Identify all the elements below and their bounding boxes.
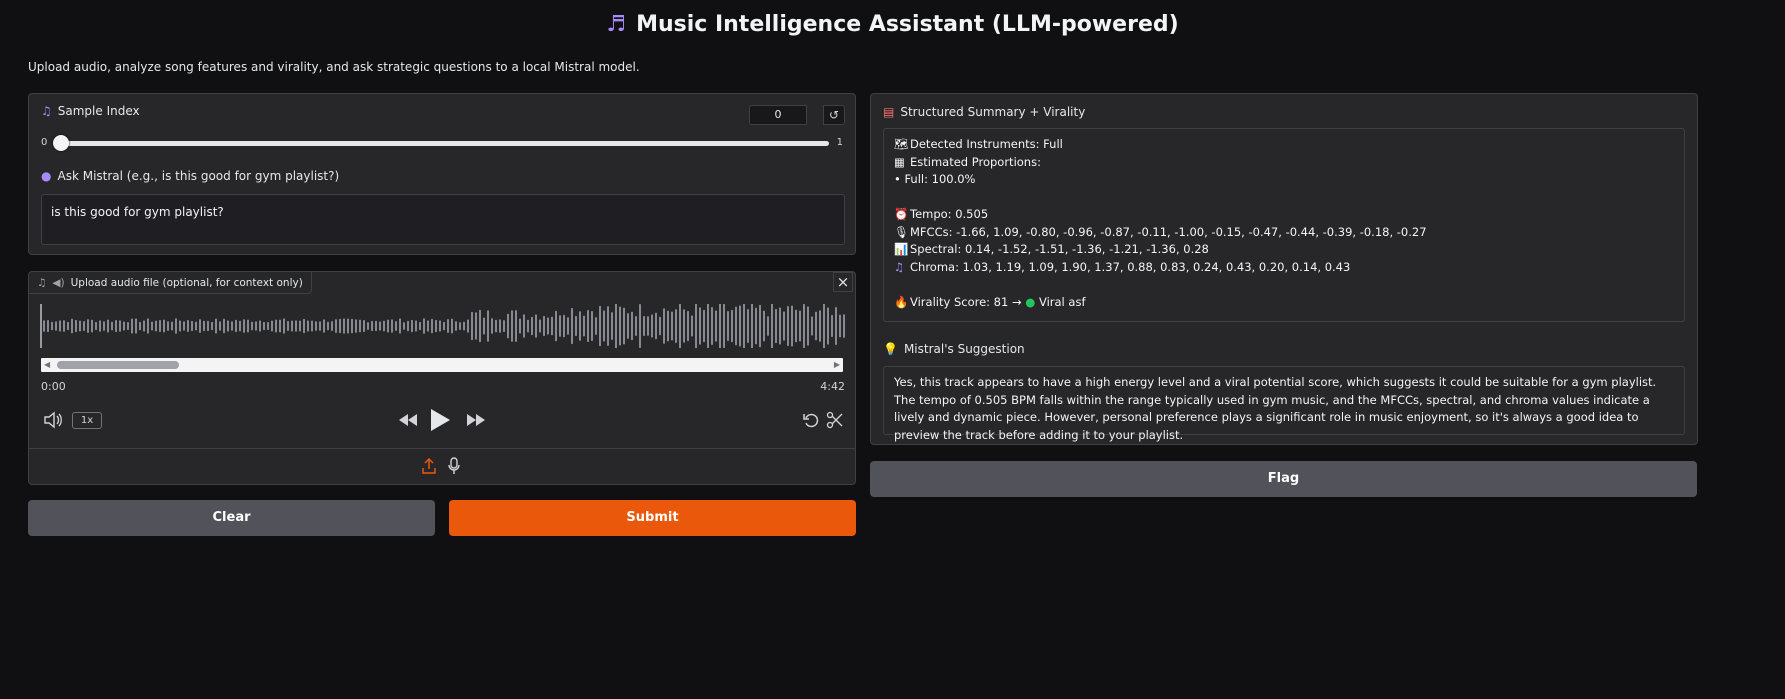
rewind-icon[interactable] xyxy=(397,411,419,433)
volume-icon[interactable] xyxy=(43,411,63,433)
sample-index-slider[interactable] xyxy=(57,141,829,146)
flag-button[interactable]: Flag xyxy=(870,461,1697,497)
summary-line: ♫ Chroma: 1.03, 1.19, 1.09, 1.90, 1.37, 0… xyxy=(894,259,1674,277)
mfccs-text: MFCCs: -1.66, 1.09, -0.80, -0.96, -0.87,… xyxy=(910,224,1427,239)
duration: 4:42 xyxy=(820,380,845,393)
ask-label: Ask Mistral (e.g., is this good for gym … xyxy=(57,169,340,183)
suggestion-output: Yes, this track appears to have a high e… xyxy=(883,366,1685,442)
summary-label: Structured Summary + Virality xyxy=(900,105,1086,119)
note-icon: ♫ xyxy=(41,104,52,118)
summary-line: 🎙MFCCs: -1.66, 1.09, -0.80, -0.96, -0.87… xyxy=(894,224,1674,242)
green-circle-icon: ● xyxy=(1025,294,1036,309)
current-time: 0:00 xyxy=(41,380,66,393)
chroma-text: Chroma: 1.03, 1.19, 1.09, 1.90, 1.37, 0.… xyxy=(910,259,1351,274)
spectral-text: Spectral: 0.14, -1.52, -1.51, -1.36, -1.… xyxy=(910,242,1209,256)
submit-button[interactable]: Submit xyxy=(449,500,856,536)
waveform-scrollbar[interactable]: ◀ ▶ xyxy=(41,358,843,372)
sample-index-number-input[interactable]: 0 xyxy=(749,105,807,125)
music-note-icon: ♫ xyxy=(37,276,47,289)
slider-thumb[interactable] xyxy=(53,135,69,151)
virality-score: Virality Score: 81 → xyxy=(910,294,1022,309)
summary-blank xyxy=(894,189,1674,207)
music-notes-icon: ♬ xyxy=(606,12,627,37)
map-icon: 🗺 xyxy=(894,137,909,151)
reset-button[interactable]: ↺ xyxy=(823,105,845,125)
page-subtitle: Upload audio, analyze song features and … xyxy=(28,60,640,74)
page-title: Music Intelligence Assistant (LLM-powere… xyxy=(636,12,1179,37)
clear-button[interactable]: Clear xyxy=(28,500,435,536)
clipboard-icon: ▤ xyxy=(883,105,895,119)
audio-label-wrap: ♫ ◀) Upload audio file (optional, for co… xyxy=(29,272,312,294)
input-panel: ♫ Sample Index 0 ↺ 0 1 ● Ask Mistral (e.… xyxy=(28,93,856,255)
audio-panel: ♫ ◀) Upload audio file (optional, for co… xyxy=(28,271,856,485)
virality-label: Viral asf xyxy=(1038,294,1086,309)
summary-line: 🔥 Virality Score: 81 → ● Viral asf xyxy=(894,294,1674,312)
summary-line: ⏰ Tempo: 0.505 xyxy=(894,206,1674,224)
tempo-text: Tempo: 0.505 xyxy=(910,207,989,221)
summary-line: ▦ Estimated Proportions: xyxy=(894,154,1674,172)
microphone-icon[interactable] xyxy=(447,456,461,480)
scissors-icon[interactable] xyxy=(826,411,844,433)
suggestion-label: Mistral's Suggestion xyxy=(903,342,1025,356)
audio-label: Upload audio file (optional, for context… xyxy=(70,276,303,289)
proportion-item: • Full: 100.0% xyxy=(894,172,976,186)
proportions-label: Estimated Proportions: xyxy=(910,154,1041,169)
upload-icon[interactable] xyxy=(421,457,437,479)
moon-icon: ● xyxy=(41,169,52,183)
instruments-text: Detected Instruments: Full xyxy=(910,137,1063,151)
playback-speed-button[interactable]: 1x xyxy=(72,412,102,429)
play-icon[interactable] xyxy=(428,407,452,437)
music-note-icon: ♫ xyxy=(894,259,905,274)
audio-source-bar xyxy=(29,448,855,484)
sample-index-label: Sample Index xyxy=(57,104,140,118)
summary-label-wrap: ▤ Structured Summary + Virality xyxy=(883,105,1085,119)
close-icon[interactable]: × xyxy=(833,272,853,292)
scroll-right-icon[interactable]: ▶ xyxy=(834,360,840,369)
waveform[interactable] xyxy=(39,304,847,348)
summary-line: 🗺Detected Instruments: Full xyxy=(894,136,1674,154)
summary-line: • Full: 100.0% xyxy=(894,171,1674,189)
slider-max: 1 xyxy=(836,137,843,148)
microphone-icon: 🎙 xyxy=(894,224,909,239)
ask-textarea[interactable]: is this good for gym playlist? xyxy=(41,194,845,245)
output-panel: ▤ Structured Summary + Virality 🗺Detecte… xyxy=(870,93,1698,445)
sample-index-label-wrap: ♫ Sample Index xyxy=(41,104,140,118)
summary-output: 🗺Detected Instruments: Full ▦ Estimated P… xyxy=(883,128,1685,322)
fast-forward-icon[interactable] xyxy=(465,411,487,433)
bar-chart-icon: 📊 xyxy=(894,242,909,256)
summary-line: 📊 Spectral: 0.14, -1.52, -1.51, -1.36, -1… xyxy=(894,241,1674,259)
scroll-thumb[interactable] xyxy=(57,361,179,369)
ask-label-wrap: ● Ask Mistral (e.g., is this good for gy… xyxy=(41,169,339,183)
alarm-clock-icon: ⏰ xyxy=(894,207,909,221)
page-title-wrap: ♬ Music Intelligence Assistant (LLM-powe… xyxy=(0,12,1785,37)
summary-blank xyxy=(894,276,1674,294)
scroll-left-icon[interactable]: ◀ xyxy=(44,360,50,369)
slider-min: 0 xyxy=(41,137,48,148)
speaker-icon: ◀) xyxy=(52,276,65,289)
suggestion-label-wrap: 💡 Mistral's Suggestion xyxy=(883,342,1025,356)
undo-icon[interactable] xyxy=(802,411,820,433)
bulb-icon: 💡 xyxy=(883,342,898,356)
fire-icon: 🔥 xyxy=(894,294,909,309)
grid-icon: ▦ xyxy=(894,154,905,169)
